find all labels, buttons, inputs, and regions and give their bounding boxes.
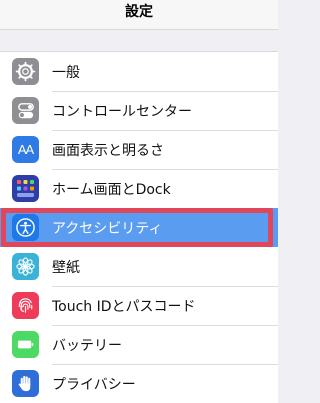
settings-item-privacy[interactable]: プライバシー [0, 364, 278, 403]
settings-item-label: プライバシー [52, 376, 136, 393]
settings-item-accessibility[interactable]: アクセシビリティ [0, 208, 278, 247]
settings-item-home-screen[interactable]: ホーム画面とDock [0, 169, 278, 208]
hand-icon [12, 370, 39, 397]
settings-item-label: Touch IDとパスコード [52, 298, 196, 315]
gear-icon [12, 58, 39, 85]
settings-item-label: コントロールセンター [52, 103, 192, 120]
battery-icon [12, 331, 39, 358]
flower-icon [12, 253, 39, 280]
text-size-icon: AA [12, 136, 39, 163]
settings-item-label: ホーム画面とDock [52, 181, 171, 198]
settings-item-wallpaper[interactable]: 壁紙 [0, 247, 278, 286]
settings-item-label: バッテリー [52, 337, 122, 354]
accessibility-icon [12, 214, 39, 241]
settings-item-label: 壁紙 [52, 259, 80, 276]
settings-item-label: 画面表示と明るさ [52, 142, 164, 159]
fingerprint-icon [12, 292, 39, 319]
navigation-bar: 設定 [0, 0, 278, 30]
page-title: 設定 [125, 3, 153, 20]
section-gap [0, 30, 278, 51]
settings-list: 一般 コントロールセンター AA 画面表示と明るさ ホーム画面とDock アクセ… [0, 51, 278, 403]
settings-item-label: 一般 [52, 64, 80, 81]
home-grid-icon [12, 175, 39, 202]
settings-item-control-center[interactable]: コントロールセンター [0, 91, 278, 130]
text-size-glyph: AA [17, 142, 34, 157]
toggles-icon [12, 97, 39, 124]
settings-item-touch-id[interactable]: Touch IDとパスコード [0, 286, 278, 325]
settings-item-label: アクセシビリティ [52, 220, 163, 237]
settings-item-general[interactable]: 一般 [0, 52, 278, 91]
settings-item-battery[interactable]: バッテリー [0, 325, 278, 364]
settings-item-display[interactable]: AA 画面表示と明るさ [0, 130, 278, 169]
